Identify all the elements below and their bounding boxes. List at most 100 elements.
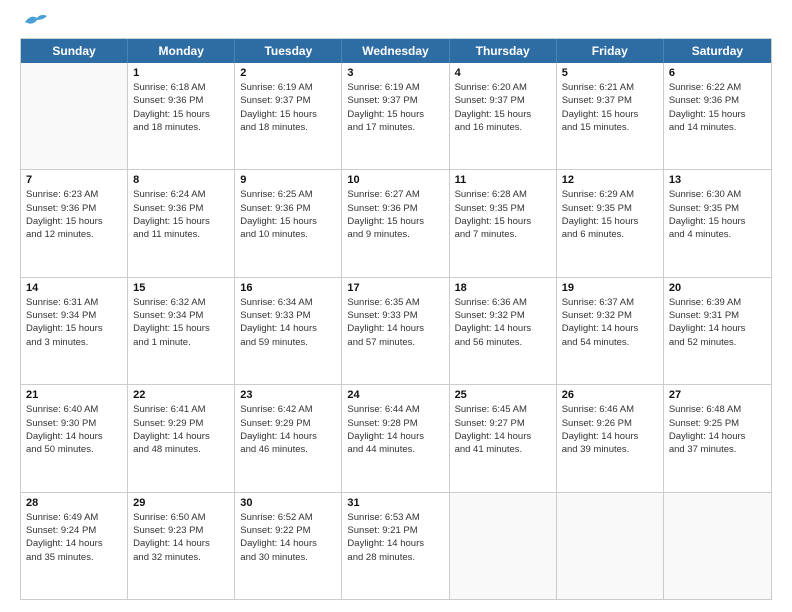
- calendar-cell: 29 Sunrise: 6:50 AM Sunset: 9:23 PM Dayli…: [128, 493, 235, 599]
- calendar-cell: 3Sunrise: 6:19 AM Sunset: 9:37 PM Daylig…: [342, 63, 449, 169]
- weekday-header: Wednesday: [342, 39, 449, 63]
- day-number: 13: [669, 174, 766, 186]
- calendar-cell: 4 Sunrise: 6:20 AM Sunset: 9:37 PM Daylig…: [450, 63, 557, 169]
- day-number: 9: [240, 174, 336, 186]
- calendar-cell: 22 Sunrise: 6:41 AM Sunset: 9:29 PM Dayli…: [128, 385, 235, 491]
- calendar-cell: 31 Sunrise: 6:53 AM Sunset: 9:21 PM Dayli…: [342, 493, 449, 599]
- cell-text: Sunrise: 6:18 AM Sunset: 9:36 PM Dayligh…: [133, 81, 229, 134]
- cell-text: Sunrise: 6:19 AM Sunset: 9:37 PM Dayligh…: [240, 81, 336, 134]
- weekday-header: Tuesday: [235, 39, 342, 63]
- calendar-cell: 15 Sunrise: 6:32 AM Sunset: 9:34 PM Dayli…: [128, 278, 235, 384]
- calendar-cell: 10 Sunrise: 6:27 AM Sunset: 9:36 PM Dayli…: [342, 170, 449, 276]
- calendar-cell: 17 Sunrise: 6:35 AM Sunset: 9:33 PM Dayli…: [342, 278, 449, 384]
- cell-text: Sunrise: 6:41 AM Sunset: 9:29 PM Dayligh…: [133, 403, 229, 456]
- calendar-body: 1 Sunrise: 6:18 AM Sunset: 9:36 PM Daylig…: [21, 63, 771, 599]
- day-number: 23: [240, 389, 336, 401]
- page: SundayMondayTuesdayWednesdayThursdayFrid…: [0, 0, 792, 612]
- day-number: 10: [347, 174, 443, 186]
- cell-text: Sunrise: 6:53 AM Sunset: 9:21 PM Dayligh…: [347, 511, 443, 564]
- cell-text: Sunrise: 6:46 AM Sunset: 9:26 PM Dayligh…: [562, 403, 658, 456]
- calendar-cell: 24Sunrise: 6:44 AM Sunset: 9:28 PM Dayli…: [342, 385, 449, 491]
- cell-text: Sunrise: 6:48 AM Sunset: 9:25 PM Dayligh…: [669, 403, 766, 456]
- calendar-cell: 14 Sunrise: 6:31 AM Sunset: 9:34 PM Dayli…: [21, 278, 128, 384]
- cell-text: Sunrise: 6:22 AM Sunset: 9:36 PM Dayligh…: [669, 81, 766, 134]
- cell-text: Sunrise: 6:19 AM Sunset: 9:37 PM Dayligh…: [347, 81, 443, 134]
- cell-text: Sunrise: 6:28 AM Sunset: 9:35 PM Dayligh…: [455, 188, 551, 241]
- cell-text: Sunrise: 6:52 AM Sunset: 9:22 PM Dayligh…: [240, 511, 336, 564]
- weekday-header: Saturday: [664, 39, 771, 63]
- cell-text: Sunrise: 6:35 AM Sunset: 9:33 PM Dayligh…: [347, 296, 443, 349]
- cell-text: Sunrise: 6:40 AM Sunset: 9:30 PM Dayligh…: [26, 403, 122, 456]
- calendar-cell: [557, 493, 664, 599]
- cell-text: Sunrise: 6:36 AM Sunset: 9:32 PM Dayligh…: [455, 296, 551, 349]
- day-number: 5: [562, 67, 658, 79]
- calendar-cell: 25Sunrise: 6:45 AM Sunset: 9:27 PM Dayli…: [450, 385, 557, 491]
- calendar-cell: 21 Sunrise: 6:40 AM Sunset: 9:30 PM Dayli…: [21, 385, 128, 491]
- cell-text: Sunrise: 6:24 AM Sunset: 9:36 PM Dayligh…: [133, 188, 229, 241]
- calendar-cell: [21, 63, 128, 169]
- cell-text: Sunrise: 6:42 AM Sunset: 9:29 PM Dayligh…: [240, 403, 336, 456]
- weekday-header: Friday: [557, 39, 664, 63]
- calendar-cell: 7 Sunrise: 6:23 AM Sunset: 9:36 PM Daylig…: [21, 170, 128, 276]
- cell-text: Sunrise: 6:32 AM Sunset: 9:34 PM Dayligh…: [133, 296, 229, 349]
- day-number: 26: [562, 389, 658, 401]
- cell-text: Sunrise: 6:27 AM Sunset: 9:36 PM Dayligh…: [347, 188, 443, 241]
- cell-text: Sunrise: 6:20 AM Sunset: 9:37 PM Dayligh…: [455, 81, 551, 134]
- calendar-cell: 13Sunrise: 6:30 AM Sunset: 9:35 PM Dayli…: [664, 170, 771, 276]
- day-number: 22: [133, 389, 229, 401]
- day-number: 30: [240, 497, 336, 509]
- calendar-cell: 28Sunrise: 6:49 AM Sunset: 9:24 PM Dayli…: [21, 493, 128, 599]
- weekday-header: Thursday: [450, 39, 557, 63]
- calendar-cell: 26 Sunrise: 6:46 AM Sunset: 9:26 PM Dayli…: [557, 385, 664, 491]
- calendar-row: 14 Sunrise: 6:31 AM Sunset: 9:34 PM Dayli…: [21, 277, 771, 384]
- calendar-cell: 16 Sunrise: 6:34 AM Sunset: 9:33 PM Dayli…: [235, 278, 342, 384]
- day-number: 19: [562, 282, 658, 294]
- cell-text: Sunrise: 6:23 AM Sunset: 9:36 PM Dayligh…: [26, 188, 122, 241]
- cell-text: Sunrise: 6:44 AM Sunset: 9:28 PM Dayligh…: [347, 403, 443, 456]
- logo-bird-icon: [23, 12, 49, 30]
- cell-text: Sunrise: 6:31 AM Sunset: 9:34 PM Dayligh…: [26, 296, 122, 349]
- day-number: 12: [562, 174, 658, 186]
- calendar-row: 7 Sunrise: 6:23 AM Sunset: 9:36 PM Daylig…: [21, 169, 771, 276]
- day-number: 15: [133, 282, 229, 294]
- cell-text: Sunrise: 6:50 AM Sunset: 9:23 PM Dayligh…: [133, 511, 229, 564]
- day-number: 8: [133, 174, 229, 186]
- day-number: 11: [455, 174, 551, 186]
- cell-text: Sunrise: 6:37 AM Sunset: 9:32 PM Dayligh…: [562, 296, 658, 349]
- calendar-cell: 30 Sunrise: 6:52 AM Sunset: 9:22 PM Dayli…: [235, 493, 342, 599]
- cell-text: Sunrise: 6:25 AM Sunset: 9:36 PM Dayligh…: [240, 188, 336, 241]
- day-number: 14: [26, 282, 122, 294]
- day-number: 17: [347, 282, 443, 294]
- calendar-row: 28Sunrise: 6:49 AM Sunset: 9:24 PM Dayli…: [21, 492, 771, 599]
- calendar: SundayMondayTuesdayWednesdayThursdayFrid…: [20, 38, 772, 600]
- calendar-cell: 23 Sunrise: 6:42 AM Sunset: 9:29 PM Dayli…: [235, 385, 342, 491]
- day-number: 18: [455, 282, 551, 294]
- weekday-header: Sunday: [21, 39, 128, 63]
- calendar-cell: 6 Sunrise: 6:22 AM Sunset: 9:36 PM Daylig…: [664, 63, 771, 169]
- calendar-cell: 18 Sunrise: 6:36 AM Sunset: 9:32 PM Dayli…: [450, 278, 557, 384]
- calendar-row: 21 Sunrise: 6:40 AM Sunset: 9:30 PM Dayli…: [21, 384, 771, 491]
- calendar-cell: 19 Sunrise: 6:37 AM Sunset: 9:32 PM Dayli…: [557, 278, 664, 384]
- calendar-cell: 8 Sunrise: 6:24 AM Sunset: 9:36 PM Daylig…: [128, 170, 235, 276]
- day-number: 29: [133, 497, 229, 509]
- day-number: 4: [455, 67, 551, 79]
- day-number: 21: [26, 389, 122, 401]
- calendar-cell: 12 Sunrise: 6:29 AM Sunset: 9:35 PM Dayli…: [557, 170, 664, 276]
- header: [20, 18, 772, 30]
- cell-text: Sunrise: 6:29 AM Sunset: 9:35 PM Dayligh…: [562, 188, 658, 241]
- calendar-row: 1 Sunrise: 6:18 AM Sunset: 9:36 PM Daylig…: [21, 63, 771, 169]
- cell-text: Sunrise: 6:34 AM Sunset: 9:33 PM Dayligh…: [240, 296, 336, 349]
- day-number: 31: [347, 497, 443, 509]
- calendar-cell: 20 Sunrise: 6:39 AM Sunset: 9:31 PM Dayli…: [664, 278, 771, 384]
- day-number: 27: [669, 389, 766, 401]
- calendar-header: SundayMondayTuesdayWednesdayThursdayFrid…: [21, 39, 771, 63]
- day-number: 25: [455, 389, 551, 401]
- day-number: 6: [669, 67, 766, 79]
- day-number: 7: [26, 174, 122, 186]
- day-number: 1: [133, 67, 229, 79]
- day-number: 20: [669, 282, 766, 294]
- logo: [20, 18, 49, 30]
- cell-text: Sunrise: 6:49 AM Sunset: 9:24 PM Dayligh…: [26, 511, 122, 564]
- cell-text: Sunrise: 6:39 AM Sunset: 9:31 PM Dayligh…: [669, 296, 766, 349]
- day-number: 16: [240, 282, 336, 294]
